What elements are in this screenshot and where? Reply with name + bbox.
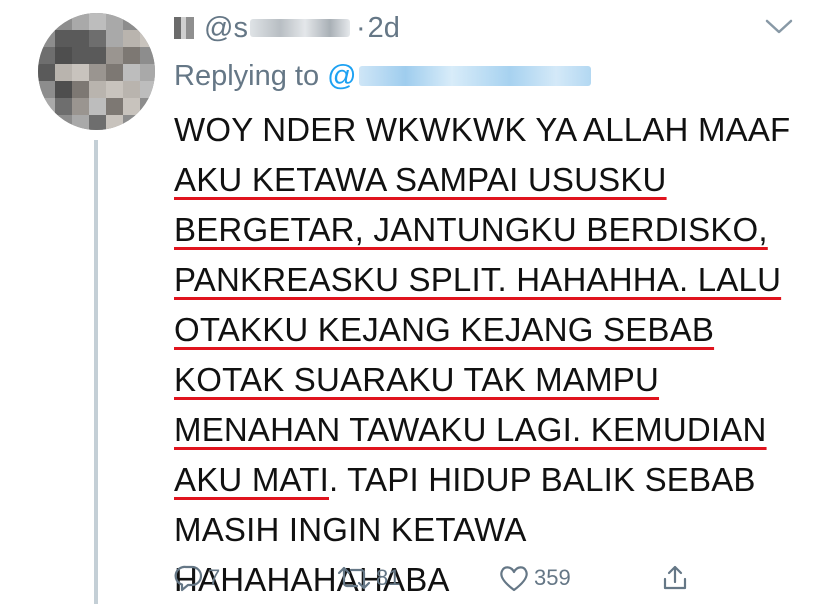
avatar-pixel: [72, 115, 89, 130]
avatar-pixel: [106, 115, 123, 130]
avatar-pixel: [38, 13, 55, 30]
avatar-pixel: [106, 47, 123, 64]
mention-redacted: [358, 66, 591, 86]
avatar-pixel: [106, 81, 123, 98]
avatar-pixel: [140, 64, 155, 81]
avatar-pixel: [38, 98, 55, 115]
avatar-pixel: [140, 30, 155, 47]
avatar-pixel: [55, 81, 72, 98]
avatar-pixel: [89, 13, 106, 30]
tweet-text-line: AKU KETAWA SAMPAI USUSKU: [174, 160, 804, 210]
avatar-pixel: [89, 98, 106, 115]
avatar-pixel: [123, 115, 140, 130]
retweet-icon: [337, 566, 371, 590]
tweet-text: WOY NDER WKWKWK YA ALLAH MAAF AKU KETAWA …: [174, 110, 804, 610]
highlighted-text: PANKREASKU SPLIT. HAHAHHA. LALU: [174, 261, 782, 298]
retweet-count: 81: [376, 565, 401, 590]
author-handle-redacted[interactable]: [249, 19, 350, 37]
highlighted-text: KOTAK SUARAKU TAK MAMPU: [174, 361, 660, 398]
highlighted-text: AKU MATI: [174, 461, 329, 498]
chevron-down-icon: [765, 19, 793, 34]
replying-to-mention[interactable]: @: [327, 59, 591, 93]
avatar-pixel: [123, 64, 140, 81]
avatar-pixel: [123, 47, 140, 64]
author-handle[interactable]: @s: [204, 12, 248, 45]
replying-to-label: Replying to: [174, 59, 320, 92]
thread-connector-line: [94, 140, 98, 604]
avatar-pixel: [106, 13, 123, 30]
reply-button[interactable]: 7: [174, 558, 220, 598]
avatar-pixel: [55, 115, 72, 130]
text-segment: WOY NDER WKWKWK YA ALLAH MAAF: [174, 111, 791, 148]
avatar-pixel: [106, 98, 123, 115]
avatar-pixel: [72, 30, 89, 47]
avatar-pixel: [123, 13, 140, 30]
replying-to: Replying to @: [174, 56, 591, 96]
avatar-pixel: [55, 30, 72, 47]
tweet-text-line: AKU MATI. TAPI HIDUP BALIK SEBAB: [174, 460, 804, 510]
tweet-text-line: BERGETAR, JANTUNGKU BERDISKO,: [174, 210, 804, 260]
mention-prefix: @: [327, 59, 357, 92]
avatar-pixel: [55, 13, 72, 30]
text-segment: MASIH INGIN KETAWA: [174, 511, 527, 548]
highlighted-text: AKU KETAWA SAMPAI USUSKU: [174, 161, 667, 198]
retweet-button[interactable]: 81: [336, 558, 400, 598]
avatar-pixel: [140, 13, 155, 30]
tweet-header: h @s · 2d: [174, 8, 400, 48]
reply-icon: [174, 565, 203, 592]
avatar-pixel: [140, 98, 155, 115]
avatar-pixel: [106, 30, 123, 47]
author-name-redacted[interactable]: [174, 17, 194, 39]
like-count: 359: [534, 565, 571, 590]
avatar-pixel: [106, 64, 123, 81]
avatar-pixel: [140, 47, 155, 64]
avatar-pixel: [123, 81, 140, 98]
avatar-pixel: [38, 47, 55, 64]
avatar-pixel: [89, 47, 106, 64]
avatar-pixel: [123, 30, 140, 47]
avatar-pixel: [55, 98, 72, 115]
avatar-pixel: [38, 81, 55, 98]
avatar-pixel: [123, 98, 140, 115]
avatar-pixel: [89, 115, 106, 130]
avatar-pixel: [89, 81, 106, 98]
heart-icon: [500, 566, 528, 592]
avatar-pixel: [89, 30, 106, 47]
avatar-pixel: [72, 98, 89, 115]
tweet-text-line: PANKREASKU SPLIT. HAHAHHA. LALU: [174, 260, 804, 310]
tweet-text-line: OTAKKU KEJANG KEJANG SEBAB: [174, 310, 804, 360]
avatar-pixel: [38, 30, 55, 47]
avatar[interactable]: [38, 13, 155, 130]
tweet-actions: 7 81 359: [174, 558, 734, 598]
avatar-pixel: [38, 64, 55, 81]
highlighted-text: OTAKKU KEJANG KEJANG SEBAB: [174, 311, 715, 348]
tweet-text-line: MENAHAN TAWAKU LAGI. KEMUDIAN: [174, 410, 804, 460]
highlighted-text: BERGETAR, JANTUNGKU BERDISKO,: [174, 211, 768, 248]
avatar-pixel: [72, 13, 89, 30]
avatar-pixel: [72, 81, 89, 98]
tweet-text-line: KOTAK SUARAKU TAK MAMPU: [174, 360, 804, 410]
share-icon: [663, 565, 687, 590]
avatar-pixel: [140, 81, 155, 98]
text-segment: . TAPI HIDUP BALIK SEBAB: [329, 461, 756, 498]
share-button[interactable]: [660, 558, 690, 598]
time-separator: ·: [355, 11, 366, 44]
avatar-pixel: [140, 115, 155, 130]
avatar-pixel: [55, 47, 72, 64]
tweet-menu-button[interactable]: [763, 16, 795, 38]
avatar-pixel: [72, 64, 89, 81]
avatar-pixel: [55, 64, 72, 81]
avatar-pixel: [38, 115, 55, 130]
tweet-text-line: MASIH INGIN KETAWA: [174, 510, 804, 560]
avatar-pixel: [89, 64, 106, 81]
reply-count: 7: [208, 565, 221, 590]
like-button[interactable]: 359: [498, 558, 571, 598]
highlighted-text: MENAHAN TAWAKU LAGI. KEMUDIAN: [174, 411, 767, 448]
tweet-text-line: WOY NDER WKWKWK YA ALLAH MAAF: [174, 110, 804, 160]
tweet-time[interactable]: 2d: [368, 12, 400, 45]
avatar-pixel: [72, 47, 89, 64]
